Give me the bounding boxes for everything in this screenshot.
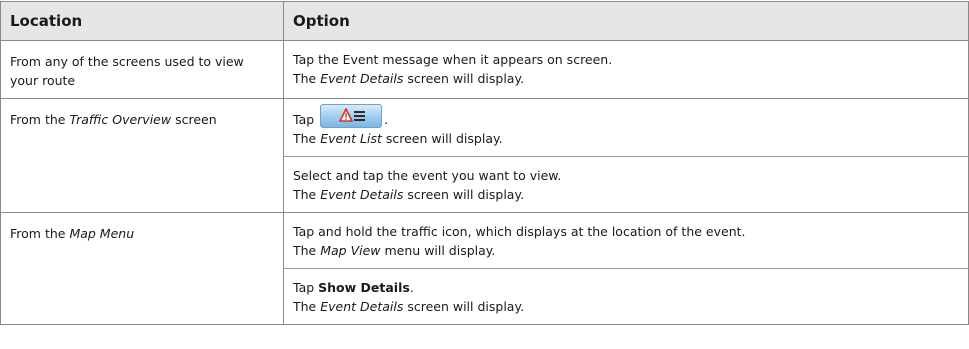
option-block: Tap the Event message when it appears on…: [293, 52, 613, 86]
option-block: Tap . The Event List screen will display…: [284, 99, 968, 156]
table-row: From the Traffic Overview screen Tap . T…: [0, 98, 969, 213]
table-header-row: Location Option: [0, 1, 969, 41]
option-block: Tap and hold the traffic icon, which dis…: [293, 224, 746, 258]
option-cell: Tap the Event message when it appears on…: [283, 40, 969, 99]
option-block: Tap Show Details. The Event Details scre…: [284, 268, 968, 324]
option-cell: Tap . The Event List screen will display…: [283, 98, 969, 213]
table-row: From the Map Menu Tap and hold the traff…: [0, 212, 969, 325]
location-cell: From the Traffic Overview screen: [0, 98, 284, 213]
header-location: Location: [0, 1, 284, 41]
option-block: Select and tap the event you want to vie…: [284, 156, 968, 212]
header-option: Option: [283, 1, 969, 41]
option-cell: Tap and hold the traffic icon, which dis…: [283, 212, 969, 325]
table-row: From any of the screens used to view you…: [0, 40, 969, 99]
event-list-button[interactable]: [320, 104, 383, 128]
location-cell: From the Map Menu: [0, 212, 284, 325]
location-option-table: Location Option From any of the screens …: [0, 1, 969, 325]
traffic-event-list-icon: [339, 108, 366, 122]
location-cell: From any of the screens used to view you…: [0, 40, 284, 99]
